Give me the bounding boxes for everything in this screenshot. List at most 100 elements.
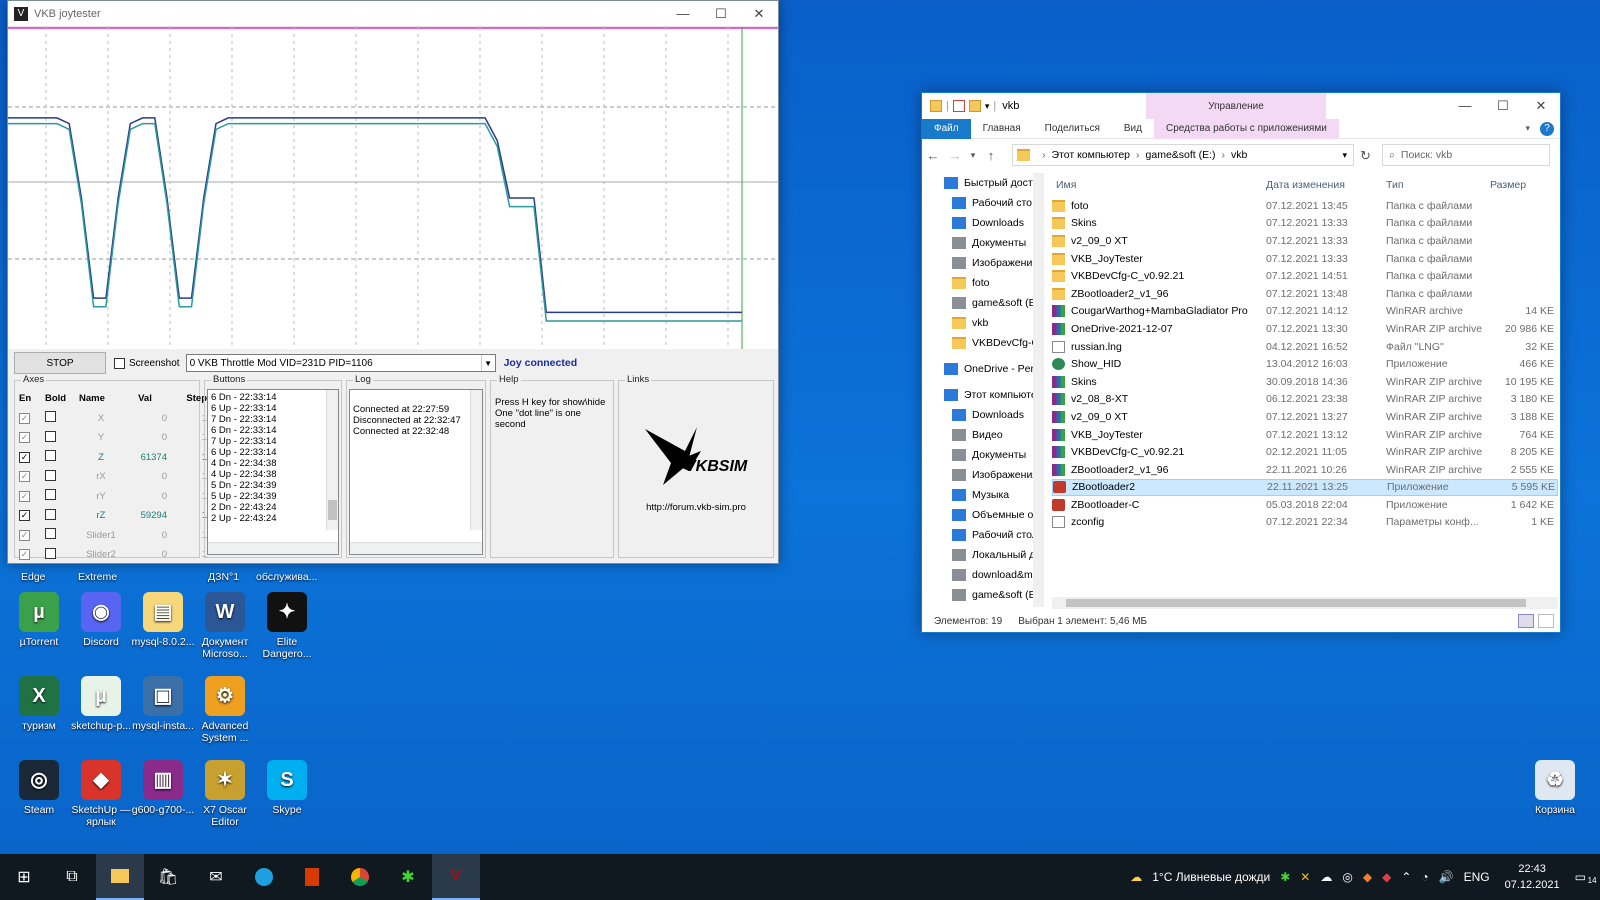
desktop-shortcut[interactable]: µ sketchup-p...	[66, 676, 136, 732]
back-arrow-icon[interactable]: ←	[922, 148, 944, 163]
properties-icon[interactable]	[952, 100, 965, 112]
desktop-shortcut[interactable]: ▣ mysql-insta...	[128, 676, 198, 732]
horizontal-scrollbar[interactable]	[350, 542, 482, 554]
axis-bold-checkbox[interactable]	[45, 469, 56, 481]
onedrive-icon[interactable]: ☁	[1320, 870, 1332, 884]
axis-enable-checkbox[interactable]: ✓	[19, 549, 30, 561]
axis-bold-checkbox[interactable]	[45, 547, 56, 559]
weather-text[interactable]: 1°C Ливневые дожди	[1152, 870, 1270, 884]
column-size[interactable]: Размер	[1486, 179, 1556, 191]
language-indicator[interactable]: ENG	[1464, 870, 1490, 884]
file-row[interactable]: Skins 30.09.2018 14:36 WinRAR ZIP archive 1…	[1052, 373, 1558, 391]
desktop-label-service[interactable]: обслужива...	[256, 571, 317, 583]
axis-step[interactable]: 1	[167, 432, 207, 443]
axis-step[interactable]: 1	[167, 471, 207, 482]
file-row[interactable]: v2_09_0 XT 07.12.2021 13:27 WinRAR ZIP arc…	[1052, 408, 1558, 426]
desktop-shortcut[interactable]: ✶ X7 Oscar Editor	[190, 760, 260, 828]
desktop-shortcut[interactable]: ◉ Discord	[66, 592, 136, 648]
nav-item[interactable]: Этот компьютер	[922, 385, 1043, 405]
desktop-shortcut[interactable]: W Документ Microso...	[190, 592, 260, 660]
nav-item[interactable]: vkb	[922, 313, 1043, 333]
office-taskbar-icon[interactable]	[288, 854, 336, 900]
nav-item[interactable]: game&soft (E:)	[922, 293, 1043, 313]
file-row[interactable]: foto 07.12.2021 13:45 Папка с файлами	[1052, 197, 1558, 215]
new-folder-icon[interactable]	[968, 100, 981, 112]
nav-item[interactable]: OneDrive - Persor	[922, 359, 1043, 379]
stop-button[interactable]: STOP	[14, 352, 106, 374]
file-row[interactable]: VKBDevCfg-C_v0.92.21 02.12.2021 11:05 WinR…	[1052, 443, 1558, 461]
file-row[interactable]: VKB_JoyTester 07.12.2021 13:33 Папка с фай…	[1052, 250, 1558, 268]
breadcrumb-item[interactable]: game&soft (E:)	[1146, 149, 1216, 161]
screenshot-checkbox[interactable]	[114, 357, 125, 369]
file-row[interactable]: CougarWarthog+MambaGladiator Pro 07.12.20…	[1052, 303, 1558, 321]
tray-app-icon[interactable]: ✕	[1300, 870, 1310, 884]
column-date[interactable]: Дата изменения	[1266, 179, 1386, 191]
desktop-shortcut[interactable]: ✦ Elite Dangero...	[252, 592, 322, 660]
desktop-label-extreme[interactable]: Extreme	[78, 571, 117, 583]
file-row[interactable]: ZBootloader2 22.11.2021 13:25 Приложение 5 …	[1052, 478, 1558, 497]
scrollbar-thumb[interactable]	[1066, 599, 1526, 607]
nav-item[interactable]: game&soft (E:)	[922, 585, 1043, 605]
desktop-label-edge[interactable]: Edge	[21, 571, 46, 583]
nav-item[interactable]: Downloads	[922, 213, 1043, 233]
file-row[interactable]: ZBootloader2_v1_96 22.11.2021 10:26 WinRAR…	[1052, 461, 1558, 479]
task-view-icon[interactable]: ⧉	[48, 854, 96, 900]
column-type[interactable]: Тип	[1386, 179, 1486, 191]
chevron-up-icon[interactable]: ⌃	[1401, 870, 1411, 884]
file-row[interactable]: v2_09_0 XT 07.12.2021 13:33 Папка с файлам…	[1052, 232, 1558, 250]
desktop-shortcut[interactable]: ⚙ Advanced System ...	[190, 676, 260, 744]
nav-item[interactable]: Рабочий стол	[922, 525, 1043, 545]
axis-step[interactable]: 1	[167, 413, 207, 424]
axis-enable-checkbox[interactable]: ✓	[19, 432, 30, 444]
file-row[interactable]: VKBDevCfg-C_v0.92.21 07.12.2021 14:51 Папк…	[1052, 267, 1558, 285]
address-bar[interactable]: › Этот компьютер › game&soft (E:) › vkb …	[1012, 144, 1354, 166]
vertical-scrollbar[interactable]	[1033, 173, 1043, 607]
maximize-icon[interactable]: ☐	[702, 6, 740, 22]
axis-enable-checkbox[interactable]: ✓	[19, 412, 30, 424]
chrome-taskbar-icon[interactable]	[336, 854, 384, 900]
axis-step[interactable]: 1	[167, 491, 207, 502]
axis-enable-checkbox[interactable]: ✓	[19, 510, 30, 522]
minimize-icon[interactable]: —	[664, 6, 702, 21]
breadcrumb-item[interactable]: Этот компьютер	[1052, 149, 1131, 161]
up-arrow-icon[interactable]: ↑	[980, 148, 1002, 163]
nav-item[interactable]: foto	[922, 273, 1043, 293]
buttons-log-list[interactable]: 6 Dn - 22:33:14 6 Up - 22:33:14 7 Dn - 22:…	[207, 389, 339, 555]
volume-icon[interactable]: 🔊	[1439, 870, 1454, 884]
vertical-scrollbar[interactable]	[326, 390, 338, 530]
nav-item[interactable]: Музыка	[922, 485, 1043, 505]
explorer-titlebar[interactable]: | ▾ | vkb Управление — ☐ ✕	[922, 93, 1560, 119]
vkb-joytester-taskbar-icon[interactable]: V	[432, 854, 480, 900]
desktop-shortcut[interactable]: ◎ Steam	[4, 760, 74, 816]
file-row[interactable]: zconfig 07.12.2021 22:34 Параметры конф...…	[1052, 514, 1558, 532]
desktop-shortcut[interactable]: Xтуризм	[4, 676, 74, 732]
nav-item[interactable]: Документы	[922, 445, 1043, 465]
nav-item[interactable]: Локальный дис	[922, 545, 1043, 565]
desktop-shortcut[interactable]: ◆ SketchUp — ярлык	[66, 760, 136, 828]
customize-chevron-icon[interactable]: ▾	[985, 101, 990, 112]
manage-tab[interactable]: Управление	[1146, 93, 1326, 119]
axis-bold-checkbox[interactable]	[45, 450, 56, 462]
file-explorer-taskbar-icon[interactable]	[96, 854, 144, 900]
axis-bold-checkbox[interactable]	[45, 430, 56, 442]
file-row[interactable]: VKB_JoyTester 07.12.2021 13:12 WinRAR ZIP …	[1052, 426, 1558, 444]
close-icon[interactable]: ✕	[1522, 98, 1560, 114]
search-box[interactable]: ⌕ Поиск: vkb	[1382, 144, 1550, 166]
details-view-icon[interactable]	[1518, 614, 1534, 628]
folder-icon[interactable]	[930, 100, 942, 112]
clock[interactable]: 22:43 07.12.2021	[1505, 861, 1560, 893]
razer-taskbar-icon[interactable]: ✱	[384, 854, 432, 900]
tray-app-icon[interactable]: ◆	[1382, 870, 1391, 884]
nav-item[interactable]: Документы	[922, 233, 1043, 253]
column-name[interactable]: Имя	[1052, 179, 1266, 191]
nav-item[interactable]: Объемные объ	[922, 505, 1043, 525]
file-row[interactable]: ZBootloader-C 05.03.2018 22:04 Приложение 1…	[1052, 496, 1558, 514]
tab-app-tools[interactable]: Средства работы с приложениями	[1153, 118, 1339, 139]
tray-app-icon[interactable]: ✱	[1280, 870, 1290, 884]
axis-bold-checkbox[interactable]	[45, 489, 56, 501]
vkbsim-logo-icon[interactable]: VKBSIM	[641, 421, 751, 491]
nav-item[interactable]: Быстрый доступ	[922, 173, 1043, 193]
file-row[interactable]: v2_08_8-XT 06.12.2021 23:38 WinRAR ZIP arc…	[1052, 391, 1558, 409]
axis-enable-checkbox[interactable]: ✓	[19, 529, 30, 541]
desktop-shortcut[interactable]: ▥ g600-g700-...	[128, 760, 198, 816]
